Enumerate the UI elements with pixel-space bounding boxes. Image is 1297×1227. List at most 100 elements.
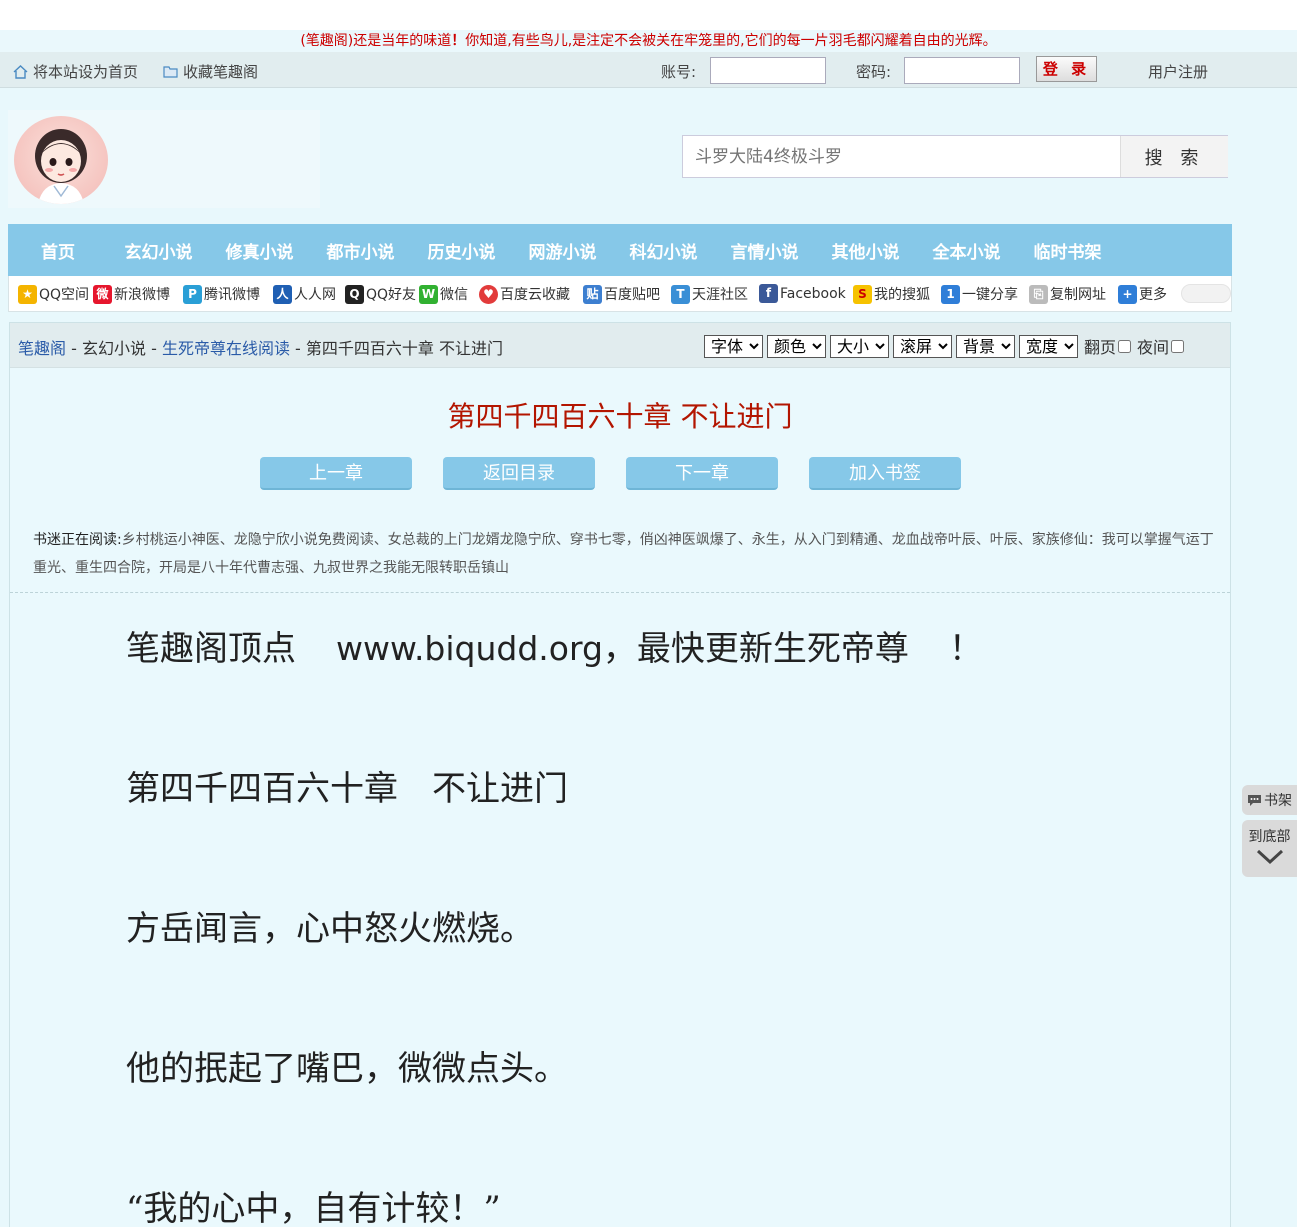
size-select[interactable]: 大小 (830, 334, 889, 358)
content-paragraph: “我的心中，自有计较！” (126, 1189, 501, 1227)
breadcrumb-sep: - (145, 339, 162, 358)
side-shelf-label: 书架 (1264, 793, 1292, 809)
breadcrumb-sep: - (66, 339, 82, 358)
side-to-bottom-button[interactable]: 到底部 (1242, 820, 1297, 877)
share-weibo[interactable]: 微新浪微博 (93, 284, 170, 304)
register-link[interactable]: 用户注册 (1148, 61, 1208, 82)
notice-bang: ！ (451, 33, 466, 49)
girl-avatar-icon (35, 129, 87, 204)
share-label: 腾讯微博 (204, 287, 260, 303)
content-paragraph: 第四千四百六十章 不让进门 (126, 769, 568, 809)
breadcrumb-book[interactable]: 生死帝尊在线阅读 (162, 339, 290, 358)
chapter-title: 第四千四百六十章 不让进门 (447, 400, 793, 433)
nav-xuanhuan[interactable]: 玄幻小说 (108, 238, 209, 263)
top-blank-strip (0, 0, 1297, 30)
font-select[interactable]: 字体 (704, 334, 763, 358)
background-select[interactable]: 背景 (956, 334, 1015, 358)
share-more[interactable]: + 更多 (1118, 284, 1167, 304)
next-chapter-button[interactable]: 下一章 (626, 457, 778, 490)
share-label: 百度贴吧 (604, 287, 660, 303)
share-tianya[interactable]: T 天涯社区 (671, 284, 748, 304)
weibo-icon: 微 (93, 284, 112, 304)
set-home-link[interactable]: 将本站设为首页 (13, 61, 138, 82)
tieba-icon: 贴 (583, 284, 602, 304)
tencent-weibo-icon: P (183, 284, 202, 304)
breadcrumb-category: 玄幻小说 (81, 339, 146, 358)
share-sohu[interactable]: S 我的搜狐 (853, 284, 930, 304)
site-logo[interactable] (8, 110, 320, 208)
reading-list[interactable]: 乡村桃运小神医、龙隐宁欣小说免费阅读、女总裁的上门龙婿龙隐宁欣、穿书七零，俏凶神… (33, 532, 1214, 576)
search-input[interactable] (683, 136, 1120, 177)
toc-button[interactable]: 返回目录 (443, 457, 595, 490)
color-select[interactable]: 颜色 (767, 334, 826, 358)
nav-lishi[interactable]: 历史小说 (411, 238, 512, 263)
prev-chapter-button[interactable]: 上一章 (260, 457, 412, 490)
readers-also-reading: 书迷正在阅读:乡村桃运小神医、龙隐宁欣小说免费阅读、女总裁的上门龙婿龙隐宁欣、穿… (33, 526, 1223, 582)
logo-avatar (14, 116, 108, 204)
nav-wangyou[interactable]: 网游小说 (512, 238, 613, 263)
ad-end: ！ (948, 629, 983, 669)
share-label: 百度云收藏 (500, 287, 570, 303)
share-label: 天涯社区 (692, 287, 748, 303)
nav-kehuan[interactable]: 科幻小说 (613, 238, 714, 263)
account-label: 账号: (661, 63, 697, 81)
home-icon (13, 64, 28, 79)
account-input[interactable] (710, 57, 826, 84)
main-nav: 首页 玄幻小说 修真小说 都市小说 历史小说 网游小说 科幻小说 言情小说 其他… (8, 224, 1232, 276)
share-qzone[interactable]: ★ QQ空间 (18, 284, 89, 304)
breadcrumb-site[interactable]: 笔趣阁 (18, 339, 66, 358)
password-input[interactable] (904, 57, 1020, 84)
share-one-key[interactable]: 1 一键分享 (941, 284, 1018, 304)
search-button[interactable]: 搜 索 (1120, 136, 1228, 177)
nav-qita[interactable]: 其他小说 (815, 238, 916, 263)
share-tieba[interactable]: 贴百度贴吧 (583, 284, 660, 304)
user-bar: 将本站设为首页 收藏笔趣阁 账号: 密码: 登 录 用户注册 (0, 52, 1297, 88)
content-paragraph: 方岳闻言，心中怒火燃烧。 (126, 909, 534, 949)
tianya-icon: T (671, 284, 690, 304)
night-toggle: 夜间 (1137, 334, 1185, 358)
heart-icon: ♥ (479, 284, 498, 304)
reading-area: 笔趣阁 - 玄幻小说 - 生死帝尊在线阅读 - 第四千四百六十章 不让进门 字体… (9, 322, 1231, 1227)
share-bar: ★ QQ空间 微新浪微博 P 腾讯微博 人人人网 Q QQ好友 W 微信 ♥ 百度云收藏 … (8, 276, 1232, 312)
password-label: 密码: (856, 63, 892, 81)
set-home-label: 将本站设为首页 (33, 63, 139, 81)
share-label: 一键分享 (962, 287, 1018, 303)
scroll-select[interactable]: 滚屏 (893, 334, 952, 358)
wechat-icon: W (419, 284, 438, 304)
nav-dushi[interactable]: 都市小说 (310, 238, 411, 263)
folder-icon (163, 66, 178, 78)
reading-lead: 书迷正在阅读: (33, 532, 122, 548)
share-copy-url[interactable]: ⎘ 复制网址 (1029, 284, 1106, 304)
page-turn-toggle: 翻页 (1084, 334, 1132, 358)
share-label: Facebook (780, 285, 846, 302)
add-bookmark-button[interactable]: 加入书签 (809, 457, 961, 490)
night-label: 夜间 (1137, 338, 1170, 357)
share-qq[interactable]: Q QQ好友 (345, 284, 416, 304)
share-wechat[interactable]: W 微信 (419, 284, 468, 304)
bookmark-site-link[interactable]: 收藏笔趣阁 (163, 61, 258, 82)
notice-rest: 你知道,有些鸟儿,是注定不会被关在牢笼里的,它们的每一片羽毛都闪耀着自由的光辉。 (465, 33, 997, 49)
nav-quanben[interactable]: 全本小说 (916, 238, 1017, 263)
login-button[interactable]: 登 录 (1036, 56, 1097, 82)
chat-bubble-icon (1248, 794, 1261, 806)
plus-icon: + (1118, 284, 1137, 304)
share-label: 我的搜狐 (874, 287, 930, 303)
side-bottom-label: 到底部 (1248, 829, 1291, 845)
side-bookshelf-button[interactable]: 书架 (1242, 785, 1297, 815)
nav-home[interactable]: 首页 (8, 238, 108, 263)
share-renren[interactable]: 人人人网 (273, 284, 336, 304)
nav-xiuzhen[interactable]: 修真小说 (209, 238, 310, 263)
share-tencent-weibo[interactable]: P 腾讯微博 (183, 284, 260, 304)
chapter-nav-buttons: 上一章 返回目录 下一章 加入书签 (260, 457, 961, 490)
nav-bookshelf[interactable]: 临时书架 (1017, 238, 1118, 263)
ad-post: ，最快更新生死帝尊 (602, 629, 909, 669)
qzone-icon: ★ (18, 284, 37, 304)
facebook-icon: f (759, 284, 778, 303)
night-checkbox[interactable] (1171, 339, 1185, 353)
width-select[interactable]: 宽度 (1019, 334, 1078, 358)
content-divider (10, 592, 1230, 593)
share-baidu-cloud[interactable]: ♥ 百度云收藏 (479, 284, 570, 304)
share-facebook[interactable]: f Facebook (759, 284, 846, 303)
nav-yanqing[interactable]: 言情小说 (714, 238, 815, 263)
page-turn-checkbox[interactable] (1118, 339, 1132, 353)
